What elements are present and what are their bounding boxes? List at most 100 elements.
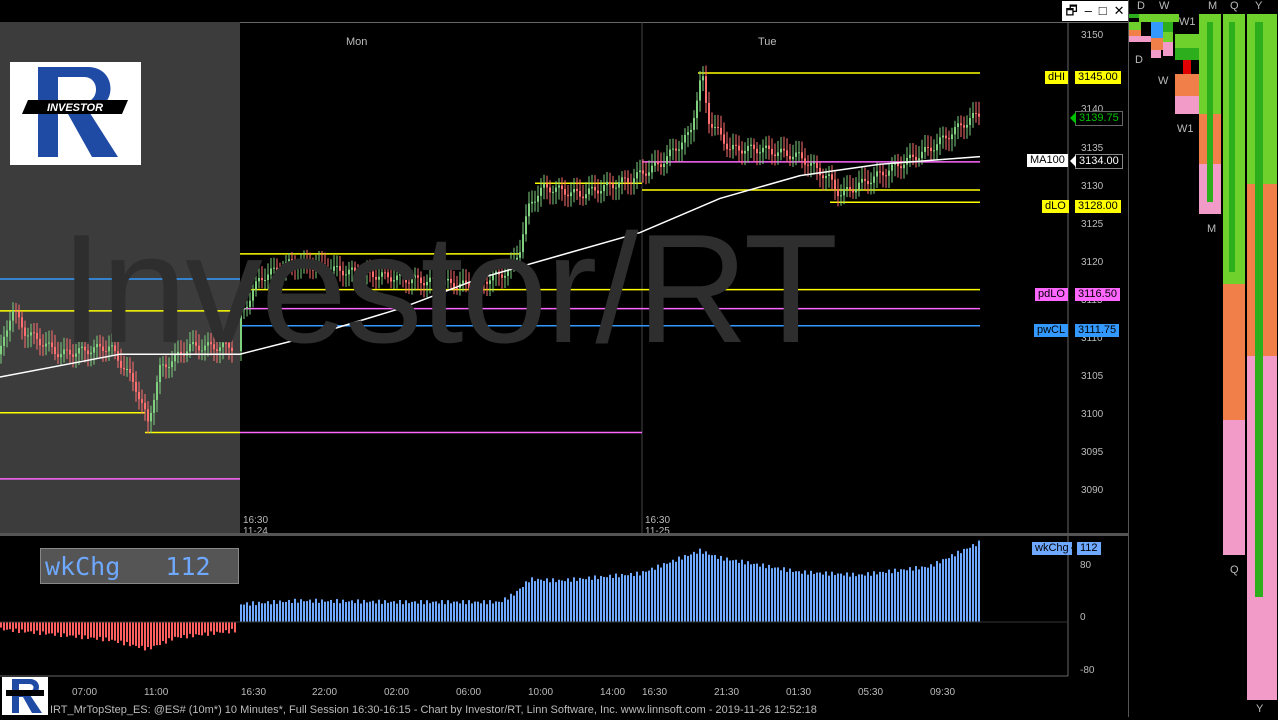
histogram-bar — [351, 600, 353, 622]
histogram-bar — [699, 548, 701, 622]
histogram-bar — [54, 622, 56, 636]
candle-body — [9, 320, 11, 331]
histogram-bar — [450, 603, 452, 622]
candle-body — [687, 132, 689, 135]
histogram-bar — [873, 571, 875, 622]
minimize-icon[interactable]: ‒ — [1085, 2, 1092, 20]
histogram-bar — [210, 622, 212, 632]
histogram-bar — [147, 622, 149, 648]
histogram-bar — [204, 622, 206, 633]
candle-body — [549, 187, 551, 193]
histogram-bar — [12, 622, 14, 632]
histogram-bar — [312, 602, 314, 622]
histogram-bar — [447, 600, 449, 622]
histogram-bar — [342, 599, 344, 622]
wkchg-tag-value: 112 — [1071, 542, 1101, 555]
candle-body — [675, 148, 677, 151]
candle-body — [18, 311, 20, 318]
close-icon[interactable]: ✕ — [1114, 2, 1125, 20]
histogram-bar — [834, 575, 836, 622]
histogram-bar — [534, 581, 536, 622]
histogram-bar — [288, 599, 290, 622]
tag-dhi-name: dHI — [1045, 71, 1069, 84]
candle-body — [948, 138, 950, 140]
candle-body — [12, 310, 14, 321]
histogram-bar — [651, 567, 653, 622]
candle-body — [912, 154, 914, 157]
candle-body — [801, 152, 803, 159]
histogram-bar — [930, 564, 932, 622]
histogram-bar — [600, 575, 602, 622]
histogram-bar — [285, 601, 287, 622]
tpo-profile-panel[interactable]: D W M Q Y W1 D W W1 M Q Y — [1128, 0, 1278, 717]
histogram-bar — [174, 622, 176, 637]
candle-body — [723, 134, 725, 144]
histogram-bar — [744, 564, 746, 622]
candle-body — [972, 113, 974, 119]
histogram-bar — [357, 599, 359, 622]
histogram-bar — [927, 567, 929, 622]
candle-body — [960, 123, 962, 126]
candle-body — [885, 175, 887, 177]
candle-body — [792, 156, 794, 160]
candle-body — [660, 164, 662, 167]
time-tick: 05:30 — [858, 687, 884, 698]
histogram-bar — [735, 559, 737, 622]
histogram-bar — [471, 603, 473, 622]
histogram-bar — [867, 572, 869, 622]
histogram-bar — [777, 567, 779, 622]
histogram-bar — [93, 622, 95, 638]
histogram-bar — [345, 602, 347, 622]
histogram-bar — [648, 570, 650, 622]
histogram-bar — [117, 622, 119, 643]
candle-body — [747, 145, 749, 151]
histogram-bar — [225, 622, 227, 631]
candle-body — [933, 150, 935, 152]
histogram-bar — [576, 580, 578, 622]
tag-pdlo-value: 3116.50 — [1069, 288, 1120, 301]
histogram-bar — [573, 577, 575, 622]
candle-body — [33, 332, 35, 334]
histogram-bar — [132, 622, 134, 645]
histogram-bar — [129, 622, 131, 647]
histogram-bar — [63, 622, 65, 634]
histogram-bar — [939, 563, 941, 622]
candle-body — [936, 144, 938, 151]
histogram-bar — [18, 622, 20, 634]
histogram-bar — [81, 622, 83, 640]
status-bar: IRT_MrTopStep_ES: @ES# (10m*) 10 Minutes… — [50, 704, 817, 716]
histogram-bar — [693, 551, 695, 622]
histogram-bar — [297, 602, 299, 622]
histogram-bar — [537, 578, 539, 622]
candle-body — [837, 189, 839, 197]
restore-icon[interactable]: 🗗 — [1065, 2, 1077, 20]
candle-body — [927, 147, 929, 149]
histogram-bar — [672, 559, 674, 622]
histogram-bar — [222, 622, 224, 633]
histogram-bar — [444, 604, 446, 622]
candle-body — [891, 164, 893, 171]
histogram-bar — [597, 579, 599, 622]
histogram-bar — [333, 602, 335, 622]
candle-body — [906, 157, 908, 165]
histogram-bar — [0, 622, 2, 628]
price-tick: 3130 — [1081, 181, 1104, 192]
histogram-bar — [786, 571, 788, 622]
histogram-bar — [231, 622, 233, 629]
candle-body — [639, 170, 641, 173]
histogram-bar — [894, 568, 896, 622]
panel-divider[interactable] — [0, 533, 1128, 536]
histogram-bar — [363, 599, 365, 622]
tpo-label-q: Q — [1230, 564, 1239, 576]
histogram-bar — [315, 598, 317, 622]
candle-body — [648, 172, 650, 176]
histogram-bar — [441, 600, 443, 622]
maximize-icon[interactable]: □ — [1099, 2, 1107, 20]
candle-body — [780, 148, 782, 153]
tpo-label-m: M — [1207, 223, 1217, 235]
histogram-bar — [564, 581, 566, 622]
histogram-bar — [276, 603, 278, 622]
histogram-bar — [270, 604, 272, 622]
candle-body — [684, 134, 686, 143]
histogram-bar — [258, 601, 260, 622]
